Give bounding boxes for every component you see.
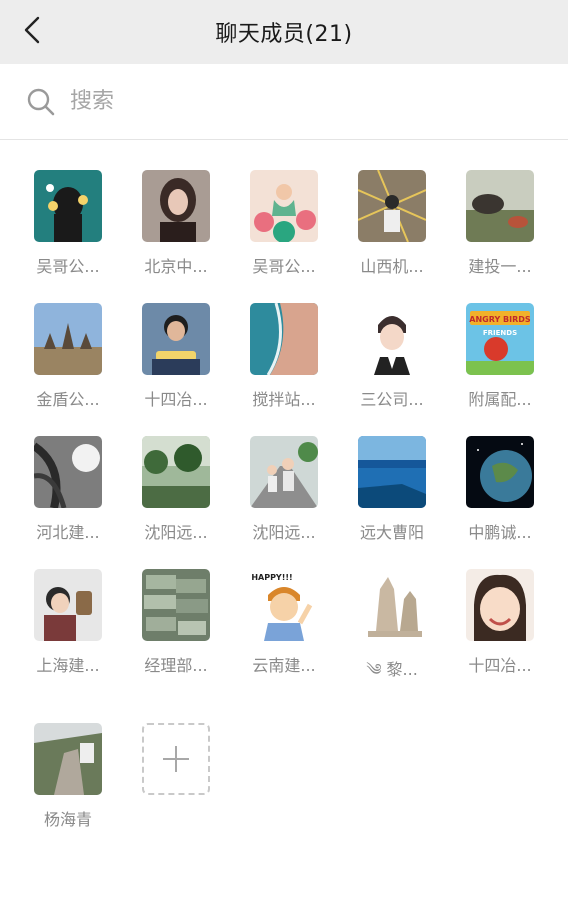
member-name: 北京中... [144,257,208,276]
member-name: 十四冶... [468,656,532,675]
member-item[interactable]: 十四冶... [142,303,210,410]
chevron-left-icon [24,16,40,44]
member-item[interactable]: 北京中... [142,170,210,277]
member-name: 建投一... [468,257,532,276]
avatar: HAPPY!!! [250,569,318,641]
member-name: 杨海青 [43,810,92,829]
avatar [358,436,426,508]
member-grid: 吴哥公... 北京中... 吴哥公... 山西机... 建投一... 金盾公..… [0,140,568,830]
member-item[interactable]: 金盾公... [34,303,102,410]
member-item[interactable]: 山西机... [358,170,426,277]
avatar [250,170,318,242]
avatar [142,436,210,508]
page-title: 聊天成员(21) [215,22,353,47]
avatar [466,170,534,242]
member-item[interactable]: 经理部... [142,569,210,697]
member-name: 山西机... [360,257,424,276]
avatar [358,303,426,375]
avatar [34,723,102,795]
avatar [250,303,318,375]
member-item[interactable]: 河北建... [34,436,102,543]
search-bar[interactable] [0,64,568,140]
avatar [250,436,318,508]
member-name: 沈阳远... [252,523,316,542]
member-name: 吴哥公... [36,257,100,276]
avatar [358,170,426,242]
add-member-button[interactable] [142,723,210,795]
avatar [358,569,426,641]
back-button[interactable] [14,10,50,50]
member-name: 沈阳远... [144,523,208,542]
add-member-item[interactable] [142,723,210,830]
avatar [466,436,534,508]
title-bar: 聊天成员(21) [0,0,568,64]
member-item[interactable]: ANGRY BIRDS FRIENDS 附属配... [466,303,534,410]
member-name: 搅拌站... [252,390,316,409]
member-name: 吴哥公... [252,257,316,276]
member-item[interactable]: 沈阳远... [142,436,210,543]
avatar-text: ANGRY BIRDS [469,315,531,324]
member-item[interactable]: ༄ 黎... [358,569,426,697]
member-name: 上海建... [36,656,100,675]
member-item[interactable]: 三公司... [358,303,426,410]
avatar [34,303,102,375]
member-name: 金盾公... [36,390,100,409]
member-name: 河北建... [36,523,100,542]
member-name: 远大曹阳 [359,523,424,542]
avatar [34,436,102,508]
member-item[interactable]: 十四冶... [466,569,534,697]
member-item[interactable]: 建投一... [466,170,534,277]
member-item[interactable]: 吴哥公... [34,170,102,277]
member-name: ༄ 黎... [366,660,418,679]
avatar-text: FRIENDS [483,329,517,337]
member-item[interactable]: 远大曹阳 [358,436,426,543]
avatar [142,569,210,641]
member-name: 经理部... [144,656,208,675]
avatar [34,170,102,242]
member-name: 附属配... [468,390,532,409]
member-name: 三公司... [360,390,424,409]
avatar [34,569,102,641]
member-item[interactable]: HAPPY!!! 云南建... [250,569,318,697]
member-item[interactable]: 吴哥公... [250,170,318,277]
member-name: 中鹏诚... [468,523,532,542]
search-icon [26,85,60,119]
search-input[interactable] [70,89,510,114]
member-item[interactable]: 上海建... [34,569,102,697]
member-name: 十四冶... [144,390,208,409]
plus-icon [163,746,189,772]
avatar [142,170,210,242]
member-item[interactable]: 搅拌站... [250,303,318,410]
member-item[interactable]: 中鹏诚... [466,436,534,543]
avatar [142,303,210,375]
member-item[interactable]: 杨海青 [34,723,102,830]
avatar: ANGRY BIRDS FRIENDS [466,303,534,375]
avatar [466,569,534,641]
member-name: 云南建... [252,656,316,675]
avatar-text: HAPPY!!! [251,573,292,582]
member-item[interactable]: 沈阳远... [250,436,318,543]
